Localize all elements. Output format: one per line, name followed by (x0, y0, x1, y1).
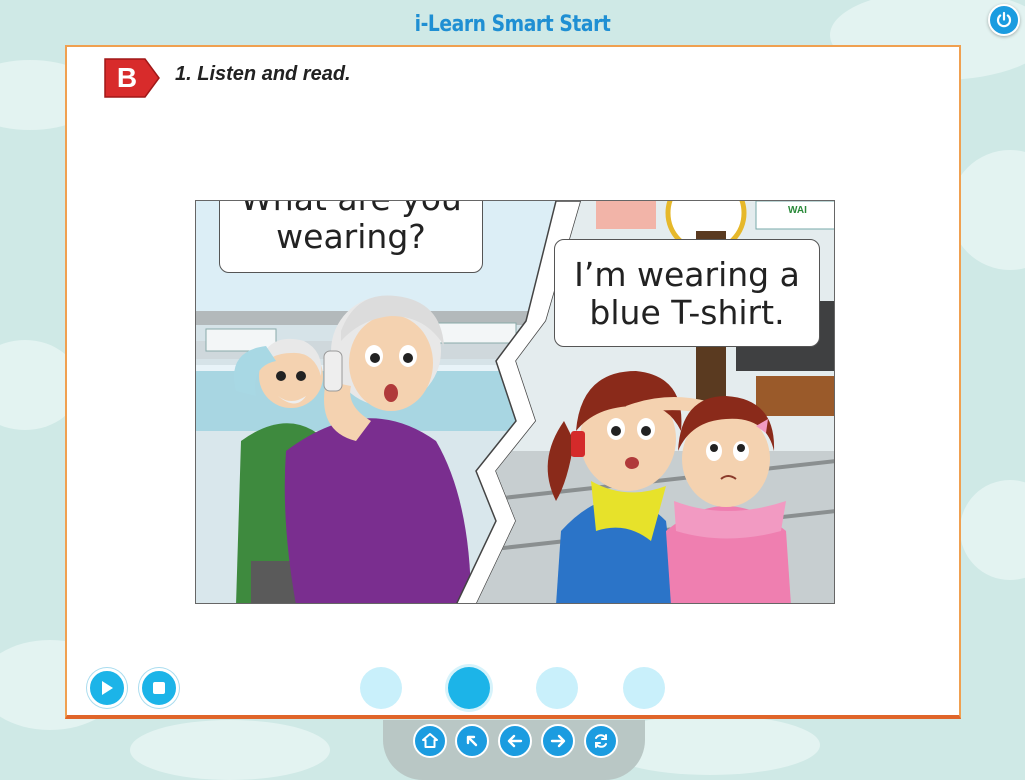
speech-bubble-question: What are you wearing? (219, 201, 483, 273)
back-to-menu-button[interactable] (455, 724, 489, 758)
home-icon (422, 733, 438, 748)
speech-line: blue T-shirt. (589, 293, 785, 332)
refresh-button[interactable] (584, 724, 618, 758)
page-dot-1[interactable] (360, 667, 402, 709)
section-badge: B (103, 57, 161, 99)
refresh-icon (595, 734, 607, 748)
home-button[interactable] (413, 724, 447, 758)
page-dot-2[interactable] (448, 667, 490, 709)
play-icon (102, 681, 113, 695)
background-cloud (950, 150, 1025, 270)
play-button[interactable] (87, 668, 127, 708)
app-title: i-Learn Smart Start (414, 12, 611, 37)
next-button[interactable] (541, 724, 575, 758)
back-arrow-icon (466, 735, 478, 747)
power-button[interactable] (988, 4, 1020, 36)
power-icon (996, 11, 1012, 28)
previous-button[interactable] (498, 724, 532, 758)
lesson-panel: B 1. Listen and read. WAI wearing? I’m w… (65, 45, 961, 719)
stop-button[interactable] (139, 668, 179, 708)
stop-icon (153, 682, 165, 694)
sign-text: WAI (788, 205, 807, 216)
background-cloud (960, 480, 1025, 580)
speech-bubble-answer: I’m wearing a blue T-shirt. (554, 239, 820, 347)
speech-line: What are you (220, 201, 482, 218)
section-letter: B (116, 62, 138, 93)
instruction-text: 1. Listen and read. (175, 63, 351, 85)
speech-line: wearing? (276, 217, 426, 256)
page-dot-4[interactable] (623, 667, 665, 709)
page-dot-3[interactable] (536, 667, 578, 709)
next-icon (550, 734, 566, 748)
background-cloud (130, 720, 330, 780)
comic-illustration: WAI wearing? I’m wearing a blue T-shirt. (195, 200, 835, 604)
previous-icon (507, 734, 523, 748)
speech-line: I’m wearing a (574, 255, 800, 294)
